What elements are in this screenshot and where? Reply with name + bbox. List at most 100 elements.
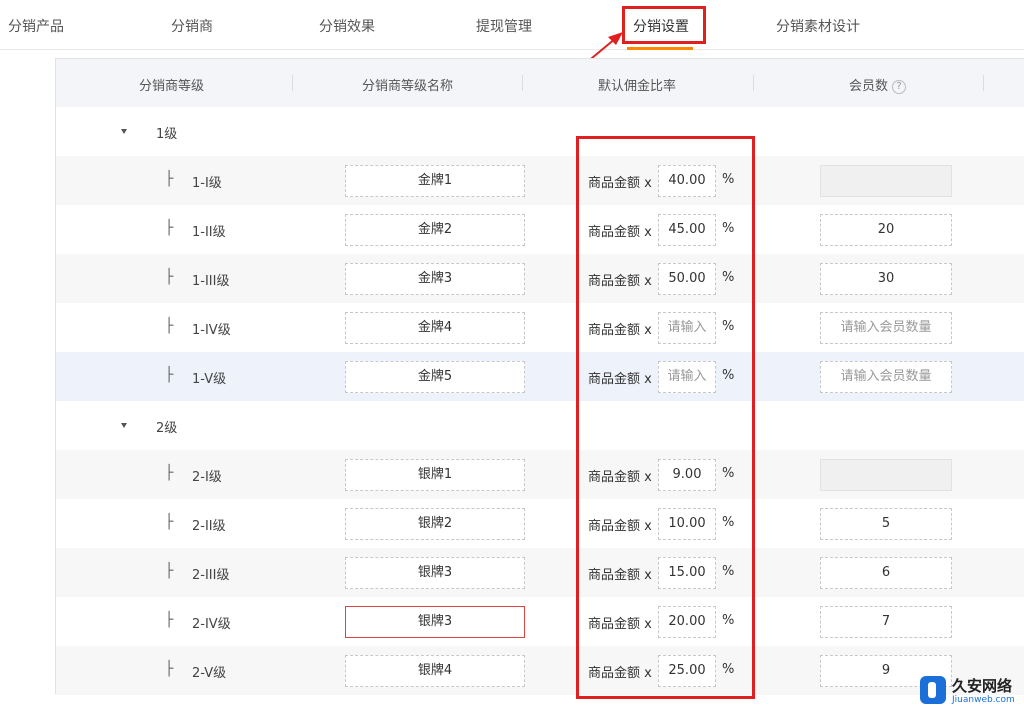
commission-rate-input[interactable]: 10.00 (658, 508, 716, 540)
level-label: 2-I级 (192, 470, 222, 485)
level-label: 2-IV级 (192, 617, 231, 632)
commission-rate-input[interactable]: 请输入 (658, 361, 716, 393)
annotation-box-settings-tab (622, 6, 706, 44)
commission-rate-input[interactable]: 25.00 (658, 655, 716, 687)
group-label: 1级 (156, 127, 178, 142)
level-name-input[interactable]: 银牌2 (345, 508, 525, 540)
tree-branch-icon: ├ (165, 661, 174, 677)
member-count-input[interactable]: 6 (820, 557, 952, 589)
header-divider (292, 75, 293, 91)
percent-sign: % (722, 172, 735, 187)
rate-prefix: 商品金额 x (588, 519, 652, 534)
header-commission-rate: 默认佣金比率 (598, 79, 677, 94)
tab-distribution-products[interactable]: 分销产品 (8, 16, 64, 36)
tree-branch-icon: ├ (165, 171, 174, 187)
help-icon[interactable]: ? (892, 80, 907, 94)
distributor-level-table: 分销商等级 分销商等级名称 默认佣金比率 会员数? 1级 ├ 1-I级 金牌1 … (55, 58, 1024, 695)
commission-rate-input[interactable]: 9.00 (658, 459, 716, 491)
header-divider (522, 75, 523, 91)
level-label: 1-II级 (192, 225, 226, 240)
rate-prefix: 商品金额 x (588, 372, 652, 387)
member-count-input[interactable]: 7 (820, 606, 952, 638)
tree-branch-icon: ├ (165, 220, 174, 236)
header-members-label: 会员数 (849, 79, 889, 94)
header-level-name: 分销商等级名称 (362, 79, 454, 94)
table-row: ├ 2-V级 银牌4 商品金额 x 25.00 % 9 (56, 646, 1024, 695)
level-name-input[interactable]: 金牌5 (345, 361, 525, 393)
table-row-selected: ├ 1-V级 金牌5 商品金额 x 请输入 % 请输入会员数量 (56, 352, 1024, 401)
level-name-input[interactable]: 金牌2 (345, 214, 525, 246)
member-count-input[interactable]: 5 (820, 508, 952, 540)
level-name-input[interactable]: 金牌3 (345, 263, 525, 295)
member-count-input[interactable]: 请输入会员数量 (820, 361, 952, 393)
member-count-input[interactable]: 30 (820, 263, 952, 295)
level-name-input[interactable]: 银牌1 (345, 459, 525, 491)
header-divider (983, 75, 984, 91)
table-row: ├ 2-III级 银牌3 商品金额 x 15.00 % 6 (56, 548, 1024, 597)
table-row: ├ 1-I级 金牌1 商品金额 x 40.00 % (56, 156, 1024, 205)
level-name-input[interactable]: 银牌3 (345, 557, 525, 589)
commission-rate-input[interactable]: 20.00 (658, 606, 716, 638)
rate-prefix: 商品金额 x (588, 470, 652, 485)
percent-sign: % (722, 466, 735, 481)
level-label: 2-III级 (192, 568, 230, 583)
level-name-input[interactable]: 金牌4 (345, 312, 525, 344)
percent-sign: % (722, 319, 735, 334)
member-count-input (820, 165, 952, 197)
rate-prefix: 商品金额 x (588, 666, 652, 681)
table-row: ├ 1-II级 金牌2 商品金额 x 45.00 % 20 (56, 205, 1024, 254)
level-name-input-error[interactable]: 银牌3 (345, 606, 525, 638)
table-row: ├ 2-II级 银牌2 商品金额 x 10.00 % 5 (56, 499, 1024, 548)
rate-prefix: 商品金额 x (588, 323, 652, 338)
tree-branch-icon: ├ (165, 318, 174, 334)
level-label: 1-III级 (192, 274, 230, 289)
tab-distributors[interactable]: 分销商 (171, 16, 213, 36)
commission-rate-input[interactable]: 40.00 (658, 165, 716, 197)
watermark-title: 久安网络 (952, 677, 1013, 695)
tab-withdrawal-management[interactable]: 提现管理 (476, 16, 532, 36)
level-label: 1-IV级 (192, 323, 231, 338)
percent-sign: % (722, 368, 735, 383)
tree-branch-icon: ├ (165, 612, 174, 628)
level-label: 1-V级 (192, 372, 227, 387)
tab-distribution-effect[interactable]: 分销效果 (319, 16, 375, 36)
level-name-input[interactable]: 银牌4 (345, 655, 525, 687)
watermark-logo-icon (920, 676, 946, 704)
rate-prefix: 商品金额 x (588, 274, 652, 289)
member-count-input[interactable]: 20 (820, 214, 952, 246)
percent-sign: % (722, 564, 735, 579)
header-level: 分销商等级 (139, 79, 205, 94)
level-name-input[interactable]: 金牌1 (345, 165, 525, 197)
member-count-input (820, 459, 952, 491)
percent-sign: % (722, 662, 735, 677)
group-label: 2级 (156, 421, 178, 436)
tree-branch-icon: ├ (165, 563, 174, 579)
table-row: ├ 2-I级 银牌1 商品金额 x 9.00 % (56, 450, 1024, 499)
commission-rate-input[interactable]: 45.00 (658, 214, 716, 246)
group-row: 2级 (56, 401, 1024, 450)
commission-rate-input[interactable]: 50.00 (658, 263, 716, 295)
rate-prefix: 商品金额 x (588, 617, 652, 632)
active-tab-indicator (627, 47, 693, 50)
caret-down-icon[interactable] (121, 129, 127, 134)
top-tab-bar: 分销产品 分销商 分销效果 提现管理 分销设置 分销素材设计 (0, 0, 1024, 50)
percent-sign: % (722, 613, 735, 628)
tree-branch-icon: ├ (165, 465, 174, 481)
commission-rate-input[interactable]: 请输入 (658, 312, 716, 344)
tree-branch-icon: ├ (165, 269, 174, 285)
level-label: 1-I级 (192, 176, 222, 191)
percent-sign: % (722, 515, 735, 530)
tree-branch-icon: ├ (165, 367, 174, 383)
caret-down-icon[interactable] (121, 423, 127, 428)
table-row: ├ 2-IV级 银牌3 商品金额 x 20.00 % 7 (56, 597, 1024, 646)
rate-prefix: 商品金额 x (588, 225, 652, 240)
group-row: 1级 (56, 107, 1024, 156)
level-label: 2-II级 (192, 519, 226, 534)
commission-rate-input[interactable]: 15.00 (658, 557, 716, 589)
header-members: 会员数? (849, 75, 907, 94)
tab-material-design[interactable]: 分销素材设计 (776, 16, 860, 36)
member-count-input[interactable]: 请输入会员数量 (820, 312, 952, 344)
rate-prefix: 商品金额 x (588, 568, 652, 583)
table-row: ├ 1-IV级 金牌4 商品金额 x 请输入 % 请输入会员数量 (56, 303, 1024, 352)
table-header: 分销商等级 分销商等级名称 默认佣金比率 会员数? (56, 59, 1024, 107)
